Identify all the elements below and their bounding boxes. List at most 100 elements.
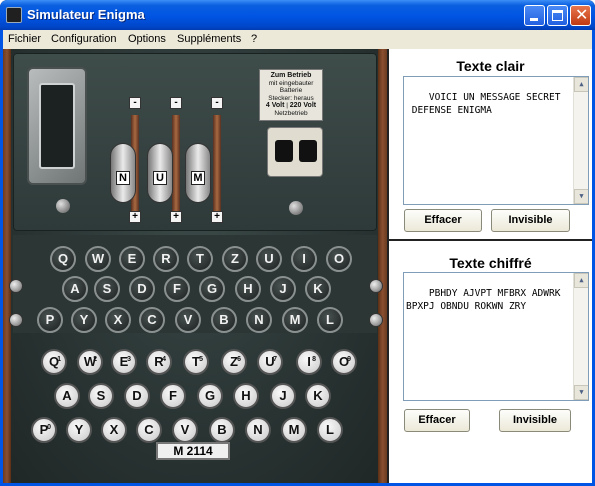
key-f[interactable]: F [160,383,186,409]
key-h[interactable]: H [233,383,259,409]
key-u[interactable]: U7 [257,349,283,375]
menu-supplements[interactable]: Suppléments [177,33,241,45]
plain-text-area[interactable]: VOICI UN MESSAGE SECRET DEFENSE ENIGMA ▲… [403,76,589,205]
key-letter: Y [74,422,84,437]
key-w[interactable]: W2 [77,349,103,375]
key-m[interactable]: M [281,417,307,443]
key-a[interactable]: A [54,383,80,409]
key-r[interactable]: R4 [146,349,172,375]
panel-stud-icon [369,313,383,327]
menu-fichier[interactable]: Fichier [8,33,41,45]
key-number: 8 [312,356,316,363]
lamp-l: L [317,307,343,333]
key-l[interactable]: L [317,417,343,443]
window-title: Simulateur Enigma [27,7,145,22]
rotor-1-minus-button[interactable]: - [129,97,141,109]
key-p[interactable]: P0 [31,417,57,443]
key-t[interactable]: T5 [183,349,209,375]
key-letter: S [96,388,106,403]
menu-options[interactable]: Options [128,33,166,45]
menu-help[interactable]: ? [251,33,257,45]
lamp-k: K [305,276,331,302]
lamp-g: G [199,276,225,302]
key-q[interactable]: Q1 [41,349,67,375]
cipher-invisible-button[interactable]: Invisible [499,409,571,432]
key-number: 0 [47,424,51,431]
key-number: 6 [237,356,241,363]
key-j[interactable]: J [270,383,296,409]
scroll-up-icon[interactable]: ▲ [574,77,588,92]
key-o[interactable]: O9 [331,349,357,375]
key-letter: L [326,422,334,437]
plain-invisible-button[interactable]: Invisible [491,209,570,232]
plain-text-title: Texte clair [456,58,525,74]
rotor-1-plus-button[interactable]: + [129,211,141,223]
scroll-down-icon[interactable]: ▼ [574,385,588,400]
key-letter: D [132,388,142,403]
enigma-app-icon [6,7,22,23]
menu-configuration[interactable]: Configuration [51,33,116,45]
battery-cover-plate [27,67,87,185]
minimize-icon [530,18,538,21]
rotor-3-plus-button[interactable]: + [211,211,223,223]
lamp-y: Y [71,307,97,333]
window-border-left [0,30,3,486]
cipher-clear-button[interactable]: Effacer [404,409,470,432]
serial-plate: M 2114 [156,442,230,460]
lamp-q: Q [50,246,76,272]
plain-clear-button[interactable]: Effacer [404,209,482,232]
lamp-x: X [105,307,131,333]
key-letter: F [169,388,177,403]
rotor-2-plus-button[interactable]: + [170,211,182,223]
close-icon: ✕ [575,7,589,24]
power-socket [267,127,323,177]
key-letter: A [62,388,72,403]
wood-frame-left [3,49,11,483]
rotor-1-letter: N [116,171,130,185]
key-letter: J [279,388,287,403]
lamp-o: O [326,246,352,272]
key-s[interactable]: S [88,383,114,409]
key-number: 2 [93,356,97,363]
key-d[interactable]: D [124,383,150,409]
key-letter: V [180,422,190,437]
maximize-button[interactable] [547,5,568,26]
key-z[interactable]: Z6 [221,349,247,375]
key-k[interactable]: K [305,383,331,409]
lamp-i: I [291,246,317,272]
rotor-2-minus-button[interactable]: - [170,97,182,109]
key-letter: C [144,422,154,437]
lamp-t: T [187,246,213,272]
power-label-plate: Zum Betrieb mit eingebauter Batterie Ste… [259,69,323,121]
close-button[interactable]: ✕ [570,5,591,26]
key-number: 5 [199,356,203,363]
cipher-text-title: Texte chiffré [449,255,532,271]
key-letter: H [241,388,251,403]
horizontal-divider [389,239,592,241]
key-v[interactable]: V [172,417,198,443]
wood-frame-right [378,49,387,483]
scroll-up-icon[interactable]: ▲ [574,273,588,288]
key-c[interactable]: C [136,417,162,443]
rotor-3-wheel [213,115,221,219]
cipher-text-area[interactable]: PBHDY AJVPT MFBRX ADWRK BPXPJ OBNDU ROKW… [403,272,589,401]
key-x[interactable]: X [101,417,127,443]
title-bar[interactable]: Simulateur Enigma ✕ [0,0,595,30]
lamp-m: M [282,307,308,333]
key-letter: I [307,354,311,369]
rotor-3-letter: M [191,171,205,185]
lamp-n: N [246,307,272,333]
lamp-e: E [119,246,145,272]
key-i[interactable]: I8 [296,349,322,375]
key-n[interactable]: N [245,417,271,443]
plain-text-scrollbar[interactable]: ▲ ▼ [573,77,588,204]
key-y[interactable]: Y [66,417,92,443]
key-e[interactable]: E3 [111,349,137,375]
cipher-text-scrollbar[interactable]: ▲ ▼ [573,273,588,400]
minimize-button[interactable] [524,5,545,26]
scroll-down-icon[interactable]: ▼ [574,189,588,204]
key-b[interactable]: B [209,417,235,443]
lamp-s: S [94,276,120,302]
key-g[interactable]: G [197,383,223,409]
rotor-3-minus-button[interactable]: - [211,97,223,109]
